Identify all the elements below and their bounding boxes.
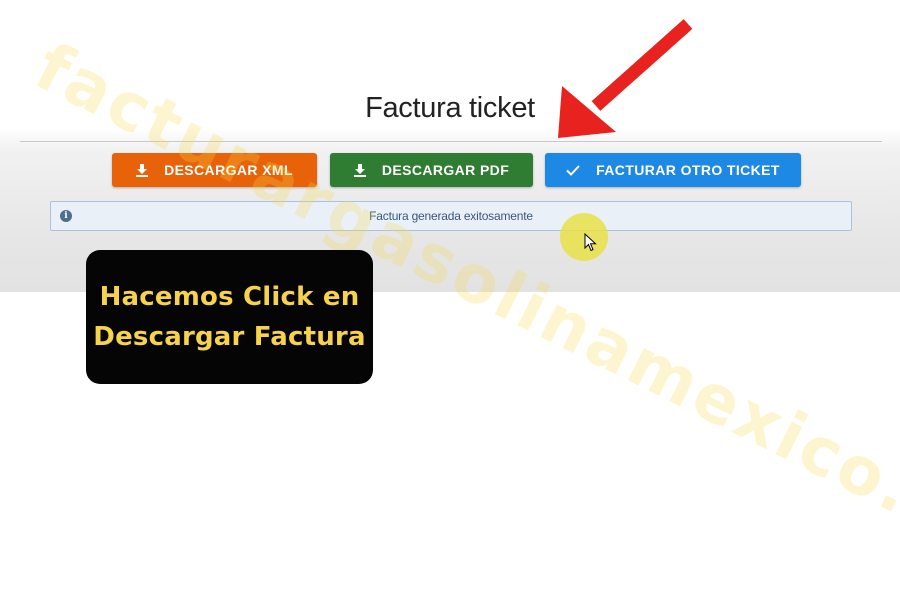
alert-message: Factura generada exitosamente <box>369 209 533 223</box>
download-icon <box>353 163 366 177</box>
facturar-otro-ticket-button[interactable]: FACTURAR OTRO TICKET <box>545 153 801 187</box>
mouse-pointer-icon <box>584 233 597 252</box>
caption-line-2: Descargar Factura <box>93 322 366 352</box>
check-icon <box>566 164 580 176</box>
red-arrow-icon <box>558 19 693 138</box>
download-pdf-label: DESCARGAR PDF <box>381 162 510 178</box>
facturar-otro-label: FACTURAR OTRO TICKET <box>596 162 780 178</box>
caption-line-1: Hacemos Click en <box>99 282 360 312</box>
caption-box: Hacemos Click en Descargar Factura <box>86 250 373 384</box>
download-icon <box>136 163 149 177</box>
